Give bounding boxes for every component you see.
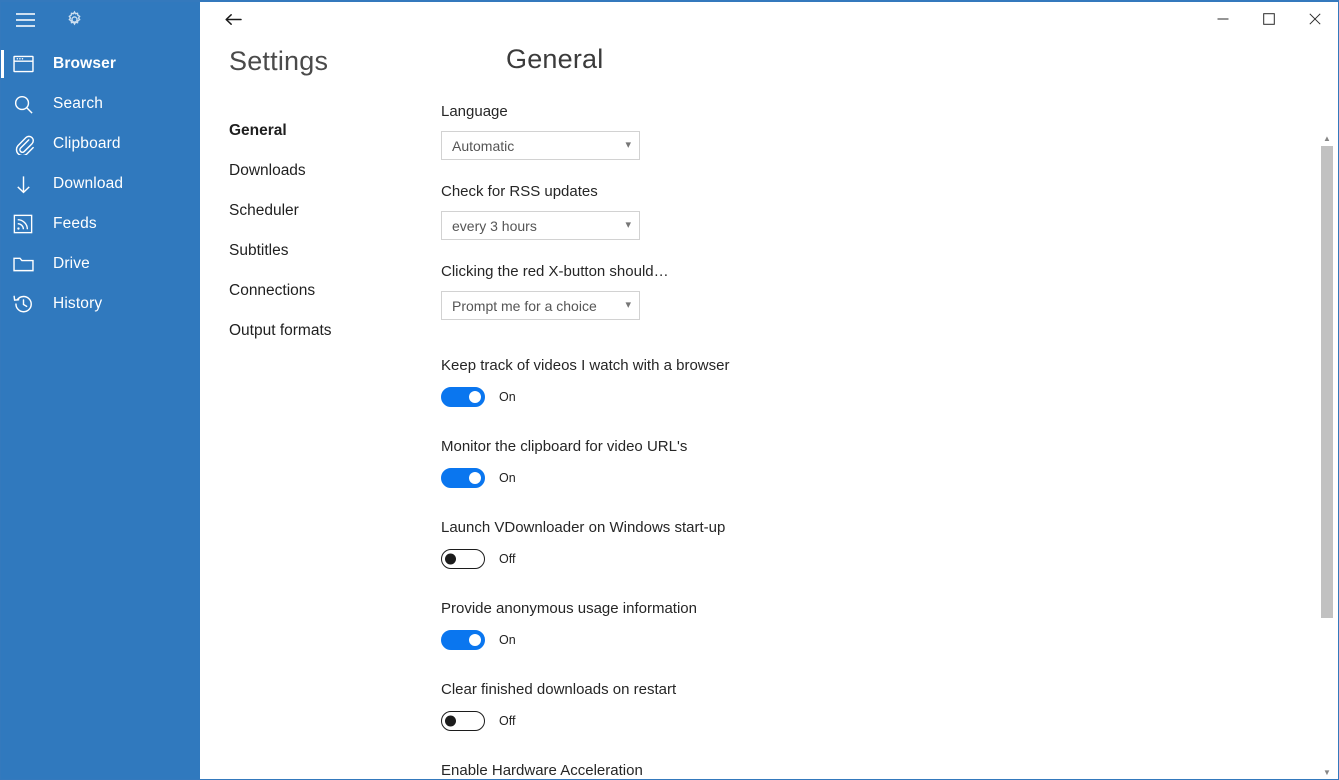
sidebar-item-feeds[interactable]: Feeds	[1, 204, 200, 244]
monitor-clipboard-toggle[interactable]	[441, 468, 485, 488]
clock-rewind-icon	[13, 292, 43, 316]
sidebar-item-browser[interactable]: Browser	[1, 44, 200, 84]
language-dropdown[interactable]: Automatic ▾	[441, 131, 640, 160]
chevron-down-icon: ▾	[625, 219, 631, 231]
setting-label: Clear finished downloads on restart	[441, 681, 677, 698]
toggle-state-label: On	[499, 390, 516, 404]
gear-icon[interactable]	[59, 5, 89, 35]
setting-monitor-clipboard: Monitor the clipboard for video URL's On	[441, 437, 1301, 488]
dropdown-value: Automatic	[452, 137, 515, 154]
tab-general[interactable]: General	[229, 111, 429, 151]
magnifier-icon	[13, 92, 43, 116]
tab-connections[interactable]: Connections	[229, 271, 429, 311]
down-arrow-icon	[13, 172, 43, 196]
toggle-row: Off	[441, 549, 1301, 569]
setting-track-videos: Keep track of videos I watch with a brow…	[441, 356, 1301, 407]
setting-label: Monitor the clipboard for video URL's	[441, 438, 688, 455]
settings-heading: Settings	[229, 46, 329, 76]
tab-output-formats[interactable]: Output formats	[229, 311, 429, 351]
toggle-state-label: On	[499, 633, 516, 647]
launch-on-startup-toggle[interactable]	[441, 549, 485, 569]
anonymous-usage-toggle[interactable]	[441, 630, 485, 650]
track-videos-toggle[interactable]	[441, 387, 485, 407]
sidebar-item-drive[interactable]: Drive	[1, 244, 200, 284]
main-sidebar: Browser Search Clipboard Download Feeds …	[1, 2, 200, 779]
toggle-state-label: Off	[499, 552, 516, 566]
setting-rss-updates: Check for RSS updates every 3 hours ▾	[441, 182, 1301, 240]
rss-icon	[13, 212, 43, 236]
setting-label: Launch VDownloader on Windows start-up	[441, 519, 726, 536]
paperclip-icon	[13, 132, 43, 156]
tab-scheduler[interactable]: Scheduler	[229, 191, 429, 231]
sidebar-item-clipboard[interactable]: Clipboard	[1, 124, 200, 164]
setting-anonymous-usage: Provide anonymous usage information On	[441, 599, 1301, 650]
setting-label: Language	[441, 103, 508, 120]
page-title: General	[506, 44, 604, 74]
setting-label: Clicking the red X-button should…	[441, 263, 669, 280]
toggle-row: On	[441, 468, 1301, 488]
minimize-button[interactable]	[1200, 2, 1246, 36]
hamburger-icon[interactable]	[10, 5, 40, 35]
toggle-row: Off	[441, 711, 1301, 731]
sidebar-item-download[interactable]: Download	[1, 164, 200, 204]
scrollbar-thumb[interactable]	[1321, 146, 1333, 618]
dropdown-value: every 3 hours	[452, 217, 537, 234]
sidebar-item-label: Feeds	[53, 215, 97, 232]
setting-label: Enable Hardware Acceleration	[441, 762, 643, 779]
toggle-state-label: On	[499, 471, 516, 485]
toggle-row: On	[441, 630, 1301, 650]
browser-window-icon	[13, 52, 43, 76]
clear-downloads-toggle[interactable]	[441, 711, 485, 731]
application-window: WWW.WEIDOWN.COMWWW.WEIDOWN.COMWWW.WEIDOW…	[0, 0, 1339, 780]
tab-subtitles[interactable]: Subtitles	[229, 231, 429, 271]
sidebar-item-label: Download	[53, 175, 124, 192]
setting-label: Keep track of videos I watch with a brow…	[441, 357, 730, 374]
sidebar-item-label: History	[53, 295, 103, 312]
toggle-state-label: Off	[499, 714, 516, 728]
setting-clear-downloads: Clear finished downloads on restart Off	[441, 680, 1301, 731]
rss-updates-dropdown[interactable]: every 3 hours ▾	[441, 211, 640, 240]
sidebar-item-label: Drive	[53, 255, 90, 272]
chevron-down-icon: ▾	[625, 299, 631, 311]
chevron-down-icon: ▾	[625, 139, 631, 151]
sidebar-nav: Browser Search Clipboard Download Feeds …	[1, 44, 200, 324]
settings-content: Settings General General Downloads Sched…	[200, 36, 1338, 779]
toggle-row: On	[441, 387, 1301, 407]
scroll-down-arrow[interactable]: ▼	[1316, 762, 1338, 779]
close-action-dropdown[interactable]: Prompt me for a choice ▾	[441, 291, 640, 320]
window-controls	[1200, 2, 1338, 36]
folder-icon	[13, 252, 43, 276]
setting-label: Provide anonymous usage information	[441, 600, 697, 617]
setting-launch-on-startup: Launch VDownloader on Windows start-up O…	[441, 518, 1301, 569]
scroll-up-arrow[interactable]: ▲	[1316, 128, 1338, 148]
close-button[interactable]	[1292, 2, 1338, 36]
dropdown-value: Prompt me for a choice	[452, 297, 597, 314]
settings-subnav: General Downloads Scheduler Subtitles Co…	[229, 111, 429, 351]
setting-label: Check for RSS updates	[441, 183, 598, 200]
tab-downloads[interactable]: Downloads	[229, 151, 429, 191]
sidebar-item-label: Browser	[53, 55, 117, 72]
setting-language: Language Automatic ▾	[441, 102, 1301, 160]
maximize-button[interactable]	[1246, 2, 1292, 36]
vertical-scrollbar[interactable]: ▲ ▼	[1316, 70, 1338, 779]
setting-close-action: Clicking the red X-button should… Prompt…	[441, 262, 1301, 320]
settings-panel: Language Automatic ▾ Check for RSS updat…	[441, 102, 1301, 779]
back-arrow-icon[interactable]	[216, 4, 250, 34]
sidebar-item-label: Search	[53, 95, 104, 112]
sidebar-toolbar	[1, 2, 200, 37]
sidebar-item-label: Clipboard	[53, 135, 121, 152]
window-title-bar	[200, 2, 1338, 36]
setting-hardware-acceleration: Enable Hardware Acceleration	[441, 761, 1301, 779]
sidebar-item-history[interactable]: History	[1, 284, 200, 324]
sidebar-item-search[interactable]: Search	[1, 84, 200, 124]
